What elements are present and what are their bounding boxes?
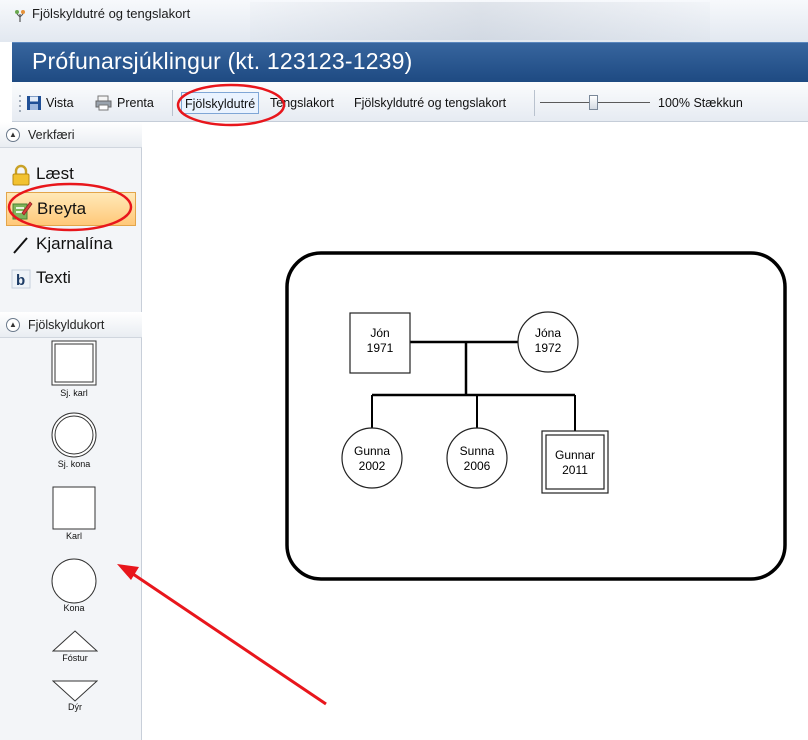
app-window: Fjölskyldutré og tengslakort Prófunarsjú… [0, 0, 808, 740]
highlight-family-tree-tab [176, 83, 286, 127]
annotation-arrow-shaft [129, 570, 327, 706]
annotation-overlay [7, 83, 327, 706]
highlight-edit-tool [7, 182, 133, 232]
